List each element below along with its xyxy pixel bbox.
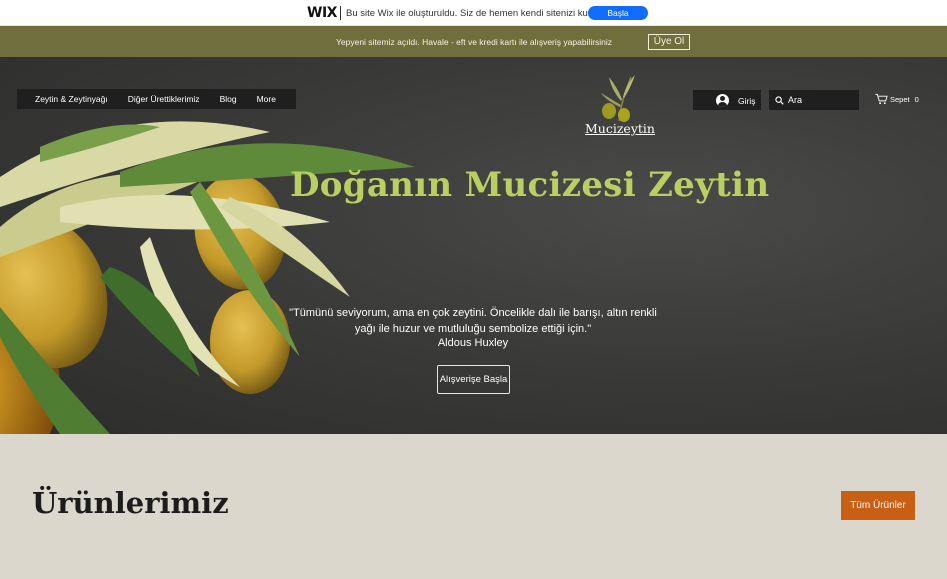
become-member-button[interactable]: Üye Ol <box>648 34 690 50</box>
brand-name[interactable]: Mucizeytin <box>585 121 655 136</box>
wix-banner: WIX Bu site Wix ile oluşturuldu. Siz de … <box>0 0 947 26</box>
cart-button[interactable]: Sepet 0 <box>875 92 919 106</box>
hero-title: Doğanın Mucizesi Zeytin <box>290 165 770 205</box>
olive-leaves-image <box>0 121 415 434</box>
quote-author: Aldous Huxley <box>437 337 509 349</box>
nav-item-olives[interactable]: Zeytin & Zeytinyağı <box>25 94 118 104</box>
products-title: Ürünlerimiz <box>32 486 229 520</box>
announcement-text: Yepyeni sitemiz açıldı. Havale - eft ve … <box>336 37 613 47</box>
wix-divider <box>340 6 341 20</box>
search-icon <box>775 96 784 105</box>
olive-branch-icon[interactable] <box>597 71 639 123</box>
main-nav: Zeytin & Zeytinyağı Diğer Ürettiklerimiz… <box>17 89 296 109</box>
wix-banner-message: Bu site Wix ile oluşturuldu. Siz de heme… <box>346 8 605 19</box>
hero-quote: "Tümünü seviyorum, ama en çok zeytini. Ö… <box>270 306 676 337</box>
wix-start-button[interactable]: Başla <box>588 6 648 20</box>
start-shopping-button[interactable]: Alışverişe Başla <box>437 365 510 394</box>
quote-line-1: "Tümünü seviyorum, ama en çok zeytini. Ö… <box>289 307 657 319</box>
cart-label: Sepet <box>890 94 910 104</box>
cart-icon <box>875 93 888 105</box>
wix-logo[interactable]: WIX <box>307 5 337 21</box>
nav-item-more[interactable]: More <box>247 94 286 104</box>
cart-count: 0 <box>914 94 919 104</box>
quote-line-2: yağı ile huzur ve mutluluğu sembolize et… <box>354 322 592 335</box>
nav-item-blog[interactable]: Blog <box>210 94 247 104</box>
search-input[interactable] <box>788 93 854 107</box>
all-products-button[interactable]: Tüm Ürünler <box>841 491 915 520</box>
announcement-bar: Yepyeni sitemiz açıldı. Havale - eft ve … <box>0 26 947 57</box>
hero-section: Zeytin & Zeytinyağı Diğer Ürettiklerimiz… <box>0 57 947 434</box>
login-label: Giriş <box>738 96 756 106</box>
login-button[interactable]: Giriş <box>693 90 761 110</box>
user-avatar-icon <box>716 94 729 107</box>
nav-item-other-products[interactable]: Diğer Ürettiklerimiz <box>118 94 210 104</box>
search-box[interactable] <box>769 90 859 110</box>
